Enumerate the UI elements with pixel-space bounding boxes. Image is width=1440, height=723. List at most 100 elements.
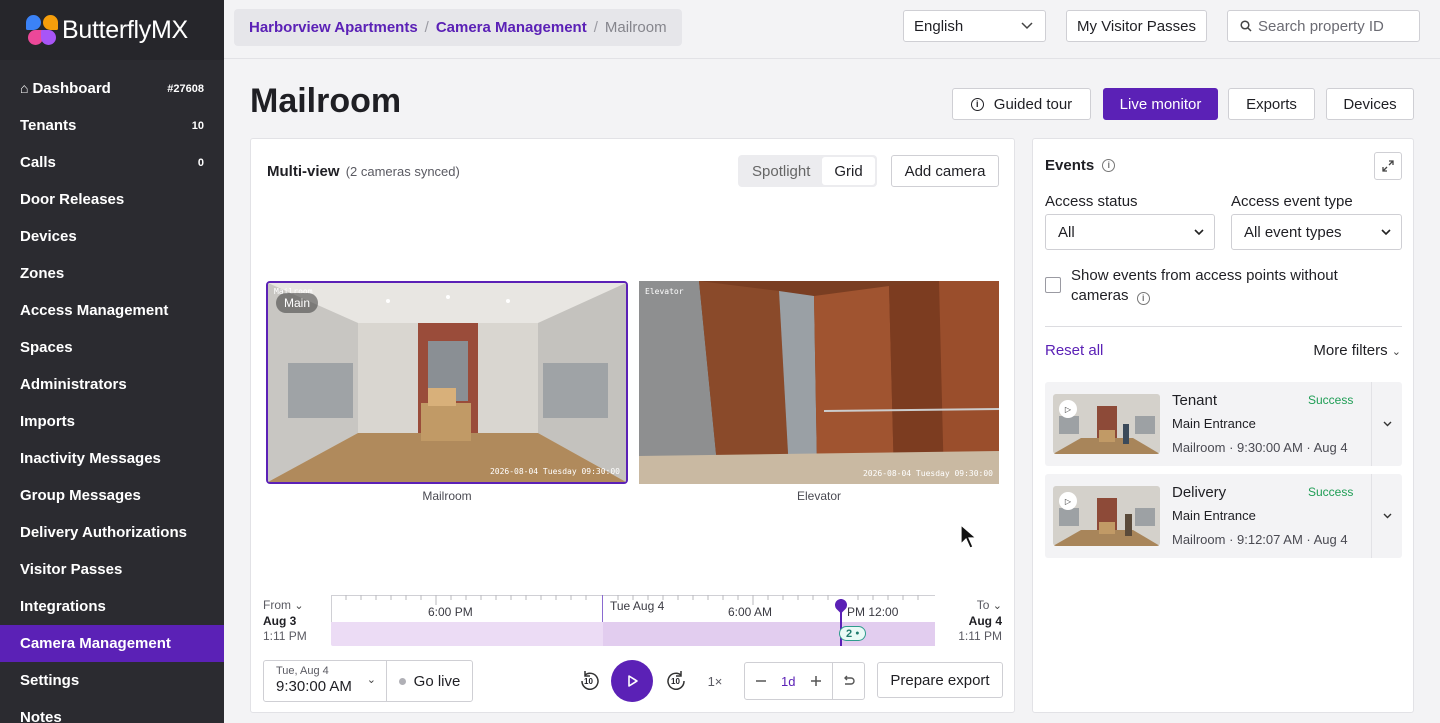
sidebar-item-label: Door Releases: [20, 191, 125, 208]
from-label: From: [263, 598, 291, 612]
butterfly-logo-icon: [26, 15, 58, 45]
chevron-down-icon: [1021, 22, 1033, 30]
timeline-from[interactable]: From ⌄ Aug 3 1:11 PM: [263, 598, 307, 644]
guided-tour-button[interactable]: i Guided tour: [952, 88, 1091, 120]
sidebar-item-door-releases[interactable]: Door Releases: [0, 181, 224, 218]
chevron-down-icon: ⌄: [1391, 346, 1401, 358]
recording-band-selected: [603, 622, 935, 646]
chevron-down-icon: [1381, 228, 1391, 235]
from-date: Aug 3: [263, 614, 297, 628]
sidebar-item-dashboard[interactable]: ⌂ Dashboard #27608: [0, 70, 224, 107]
sidebar-item-devices[interactable]: Devices: [0, 218, 224, 255]
timeline-track[interactable]: 6:00 PM Tue Aug 4 6:00 AM 12:00 PM 2 ●: [331, 595, 935, 647]
calls-count: 0: [197, 156, 204, 169]
language-value: English: [914, 17, 964, 35]
timeline-to[interactable]: To ⌄ Aug 4 1:11 PM: [958, 598, 1002, 644]
zoom-out-button[interactable]: [745, 663, 776, 699]
page-title: Mailroom: [250, 82, 402, 120]
devices-button[interactable]: Devices: [1326, 88, 1414, 120]
sidebar-item-delivery-authorizations[interactable]: Delivery Authorizations: [0, 514, 224, 551]
sidebar-item-zones[interactable]: Zones: [0, 255, 224, 292]
exports-button[interactable]: Exports: [1228, 88, 1315, 120]
camera-timestamp: 2026-08-04 Tuesday 09:30:00: [862, 469, 993, 478]
my-visitor-passes-button[interactable]: My Visitor Passes: [1066, 10, 1207, 42]
event-type-select[interactable]: All event types: [1231, 214, 1402, 250]
expand-event-button[interactable]: [1371, 382, 1402, 466]
sidebar-item-camera-management[interactable]: Camera Management: [0, 625, 224, 662]
main-camera-badge: Main: [276, 293, 319, 313]
sidebar-item-notes[interactable]: Notes: [0, 699, 224, 723]
event-type: Delivery: [1172, 484, 1227, 501]
datetime-picker[interactable]: Tue, Aug 4 9:30:00 AM ⌄: [263, 660, 387, 702]
home-icon: ⌂: [20, 80, 29, 96]
top-bar: Harborview Apartments / Camera Managemen…: [224, 0, 1440, 59]
expand-event-button[interactable]: [1371, 474, 1402, 558]
sidebar-item-label: Integrations: [20, 598, 106, 615]
expand-icon: [1382, 160, 1394, 172]
breadcrumb-camera-management-link[interactable]: Camera Management: [436, 19, 587, 36]
spotlight-mode-button[interactable]: Spotlight: [740, 157, 822, 185]
sidebar-item-imports[interactable]: Imports: [0, 403, 224, 440]
zoom-level: 1d: [781, 673, 796, 689]
play-icon: [628, 675, 638, 687]
plus-icon: [810, 676, 821, 686]
breadcrumb-separator: /: [424, 19, 429, 36]
playback-speed-button[interactable]: 1×: [703, 670, 727, 692]
event-thumbnail[interactable]: ▷: [1053, 486, 1160, 546]
breadcrumb: Harborview Apartments / Camera Managemen…: [234, 9, 682, 46]
skip-back-value: 10: [584, 677, 593, 686]
show-events-checkbox[interactable]: [1045, 277, 1061, 293]
access-status-select[interactable]: All: [1045, 214, 1215, 250]
event-cluster-badge[interactable]: 2 ●: [839, 626, 867, 641]
skip-back-10-button[interactable]: 10: [579, 670, 601, 692]
add-camera-button[interactable]: Add camera: [891, 155, 999, 187]
info-icon[interactable]: i: [1102, 159, 1116, 172]
camera-tile-mailroom[interactable]: Mailroom Main 2026-08-04 Tuesday 09:30:0…: [266, 281, 628, 484]
skip-forward-10-button[interactable]: 10: [665, 670, 687, 692]
expand-panel-button[interactable]: [1374, 152, 1402, 180]
timeline-tick-label: 6:00 PM: [428, 605, 473, 619]
info-icon[interactable]: i: [1136, 292, 1150, 305]
sidebar-item-administrators[interactable]: Administrators: [0, 366, 224, 403]
access-status-value: All: [1058, 223, 1075, 241]
reset-all-link[interactable]: Reset all: [1045, 342, 1103, 359]
play-button[interactable]: [611, 660, 653, 702]
zoom-in-button[interactable]: [800, 663, 831, 699]
reset-zoom-button[interactable]: [831, 663, 864, 699]
sidebar-item-access-management[interactable]: Access Management: [0, 292, 224, 329]
event-card[interactable]: ▷ Tenant Success Main Entrance Mailroom …: [1045, 382, 1402, 466]
elevator-video-frame: [639, 281, 999, 484]
sidebar-item-inactivity-messages[interactable]: Inactivity Messages: [0, 440, 224, 477]
prepare-export-button[interactable]: Prepare export: [877, 662, 1003, 698]
sidebar-item-group-messages[interactable]: Group Messages: [0, 477, 224, 514]
sidebar-item-calls[interactable]: Calls 0: [0, 144, 224, 181]
event-thumbnail[interactable]: ▷: [1053, 394, 1160, 454]
breadcrumb-separator: /: [593, 19, 598, 36]
grid-mode-button[interactable]: Grid: [822, 157, 875, 185]
event-location: Main Entrance: [1172, 508, 1256, 523]
sidebar-item-integrations[interactable]: Integrations: [0, 588, 224, 625]
breadcrumb-property-link[interactable]: Harborview Apartments: [249, 19, 418, 36]
search-input[interactable]: [1258, 17, 1408, 35]
sidebar-item-visitor-passes[interactable]: Visitor Passes: [0, 551, 224, 588]
sidebar-item-settings[interactable]: Settings: [0, 662, 224, 699]
brand-logo[interactable]: ButterflyMX: [0, 0, 224, 60]
more-filters-button[interactable]: More filters ⌄: [1313, 342, 1401, 359]
multi-view-panel: Multi-view (2 cameras synced) Spotlight …: [250, 138, 1015, 713]
access-status-label: Access status: [1045, 193, 1138, 210]
timeline-day-label: Tue Aug 4: [610, 599, 665, 613]
go-live-button[interactable]: Go live: [386, 660, 473, 702]
guided-tour-label: Guided tour: [993, 95, 1073, 113]
sidebar-item-spaces[interactable]: Spaces: [0, 329, 224, 366]
camera-tile-elevator[interactable]: Elevator 2026-08-04 Tuesday 09:30:00: [639, 281, 999, 484]
language-select[interactable]: English: [903, 10, 1046, 42]
event-card[interactable]: ▷ Delivery Success Main Entrance Mailroo…: [1045, 474, 1402, 558]
play-icon: ▷: [1059, 492, 1077, 510]
sidebar-item-tenants[interactable]: Tenants 10: [0, 107, 224, 144]
event-status-badge: Success: [1308, 485, 1354, 499]
datetime-date: Tue, Aug 4: [276, 665, 329, 677]
timeline-tick-label: 6:00 AM: [728, 605, 773, 619]
sidebar-item-label: Spaces: [20, 339, 73, 356]
chevron-down-icon: ⌄: [992, 600, 1002, 612]
live-monitor-button[interactable]: Live monitor: [1103, 88, 1218, 120]
